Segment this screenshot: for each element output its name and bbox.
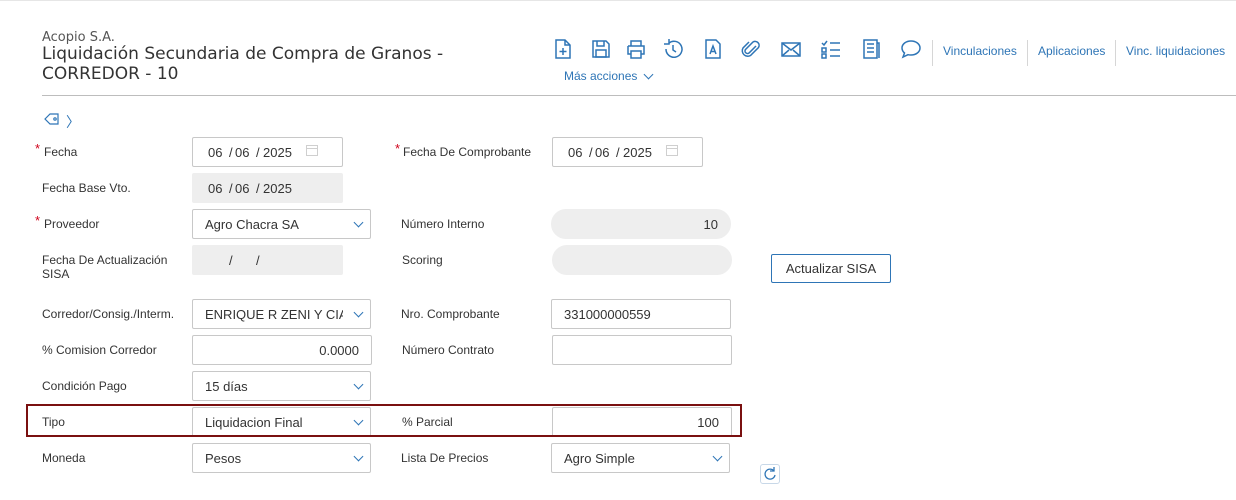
fecha-base-vto-year: 2025 xyxy=(263,181,292,196)
fecha-comprobante-input[interactable]: 06 / 06 / 2025 xyxy=(552,137,703,167)
new-document-icon[interactable] xyxy=(552,38,576,62)
tipo-label: Tipo xyxy=(42,415,65,429)
condicion-pago-label: Condición Pago xyxy=(42,379,127,393)
lista-precios-select[interactable]: Agro Simple xyxy=(551,443,730,473)
chevron-down-icon xyxy=(353,451,364,462)
required-marker: * xyxy=(35,141,41,156)
print-icon[interactable] xyxy=(625,38,649,62)
refresh-icon[interactable] xyxy=(760,464,780,484)
fecha-comprobante-label: Fecha De Comprobante xyxy=(403,145,532,159)
page-title: Liquidación Secundaria de Compra de Gran… xyxy=(42,44,444,84)
chevron-down-icon xyxy=(712,451,723,462)
attach-icon[interactable] xyxy=(740,38,764,62)
actualizar-sisa-button[interactable]: Actualizar SISA xyxy=(771,254,891,283)
tipo-value: Liquidacion Final xyxy=(205,415,303,430)
header-divider xyxy=(42,95,1236,96)
toolbar-separator xyxy=(1027,40,1028,66)
fecha-month: 06 xyxy=(235,145,250,160)
moneda-value: Pesos xyxy=(205,451,242,466)
nro-comprobante-value: 331000000559 xyxy=(564,307,651,322)
fecha-base-vto-day: 06 xyxy=(208,181,223,196)
fecha-year: 2025 xyxy=(263,145,292,160)
tag-icon[interactable] xyxy=(44,112,60,131)
undo-icon[interactable] xyxy=(662,38,686,62)
fecha-day: 06 xyxy=(208,145,223,160)
numero-contrato-label: Número Contrato xyxy=(402,343,495,357)
fecha-input[interactable]: 06 / 06 / 2025 xyxy=(192,137,343,167)
moneda-label: Moneda xyxy=(42,451,86,465)
top-border xyxy=(0,0,1236,1)
proveedor-label: Proveedor xyxy=(44,217,100,231)
fecha-comprobante-month: 06 xyxy=(595,145,610,160)
scoring-label: Scoring xyxy=(402,253,443,267)
mail-icon[interactable] xyxy=(780,38,804,62)
scoring-field xyxy=(552,245,732,275)
comision-input[interactable]: 0.0000 xyxy=(192,335,372,365)
chevron-down-icon xyxy=(353,415,364,426)
proveedor-select[interactable]: Agro Chacra SA xyxy=(192,209,371,239)
chevron-down-icon xyxy=(643,69,654,80)
fecha-comprobante-year: 2025 xyxy=(623,145,652,160)
calendar-icon[interactable] xyxy=(306,145,318,156)
text-icon[interactable] xyxy=(702,38,726,62)
document-icon[interactable] xyxy=(860,38,884,62)
chevron-down-icon xyxy=(353,307,364,318)
fecha-actualizacion-field: / / xyxy=(192,245,343,275)
comision-value: 0.0000 xyxy=(319,343,359,358)
vinc-liquidaciones-link[interactable]: Vinc. liquidaciones xyxy=(1126,44,1225,58)
nro-comprobante-label: Nro. Comprobante xyxy=(401,307,500,321)
toolbar-separator xyxy=(1115,40,1116,66)
toolbar-separator xyxy=(932,40,933,66)
fecha-label: Fecha xyxy=(44,145,78,159)
parcial-label: % Parcial xyxy=(402,415,453,429)
company-name: Acopio S.A. xyxy=(42,30,115,45)
fecha-comprobante-day: 06 xyxy=(568,145,583,160)
chevron-down-icon xyxy=(353,217,364,228)
proveedor-value: Agro Chacra SA xyxy=(205,217,299,232)
save-icon[interactable] xyxy=(590,38,614,62)
calendar-icon[interactable] xyxy=(666,145,678,156)
corredor-select[interactable]: ENRIQUE R ZENI Y CIA xyxy=(192,299,371,329)
more-actions-label: Más acciones xyxy=(564,69,638,83)
required-marker: * xyxy=(35,213,41,228)
parcial-value: 100 xyxy=(697,415,719,430)
comment-icon[interactable] xyxy=(900,38,924,62)
numero-interno-value: 10 xyxy=(703,217,718,232)
numero-interno-field: 10 xyxy=(551,209,731,239)
aplicaciones-link[interactable]: Aplicaciones xyxy=(1038,44,1105,58)
corredor-value: ENRIQUE R ZENI Y CIA xyxy=(205,307,343,322)
numero-interno-label: Número Interno xyxy=(401,217,485,231)
chevron-down-icon xyxy=(353,379,364,390)
checklist-icon[interactable] xyxy=(820,38,844,62)
nro-comprobante-input[interactable]: 331000000559 xyxy=(551,299,731,329)
parcial-input[interactable]: 100 xyxy=(552,407,732,437)
fecha-base-vto-field: 06 / 06 / 2025 xyxy=(192,173,343,203)
lista-precios-label: Lista De Precios xyxy=(401,451,489,465)
condicion-pago-value: 15 días xyxy=(205,379,248,394)
fecha-actualizacion-label: Fecha De Actualización SISA xyxy=(42,253,168,281)
moneda-select[interactable]: Pesos xyxy=(192,443,371,473)
numero-contrato-input[interactable] xyxy=(552,335,732,365)
condicion-pago-select[interactable]: 15 días xyxy=(192,371,371,401)
corredor-label: Corredor/Consig./Interm. xyxy=(42,307,175,321)
required-marker: * xyxy=(395,141,401,156)
fecha-base-vto-month: 06 xyxy=(235,181,250,196)
chevron-right-icon[interactable]: 〉 xyxy=(66,112,80,132)
vinculaciones-link[interactable]: Vinculaciones xyxy=(943,44,1017,58)
fecha-base-vto-label: Fecha Base Vto. xyxy=(42,181,131,195)
more-actions-menu[interactable]: Más acciones xyxy=(564,69,654,83)
lista-precios-value: Agro Simple xyxy=(564,451,635,466)
comision-label: % Comision Corredor xyxy=(42,343,157,357)
tipo-select[interactable]: Liquidacion Final xyxy=(192,407,371,437)
